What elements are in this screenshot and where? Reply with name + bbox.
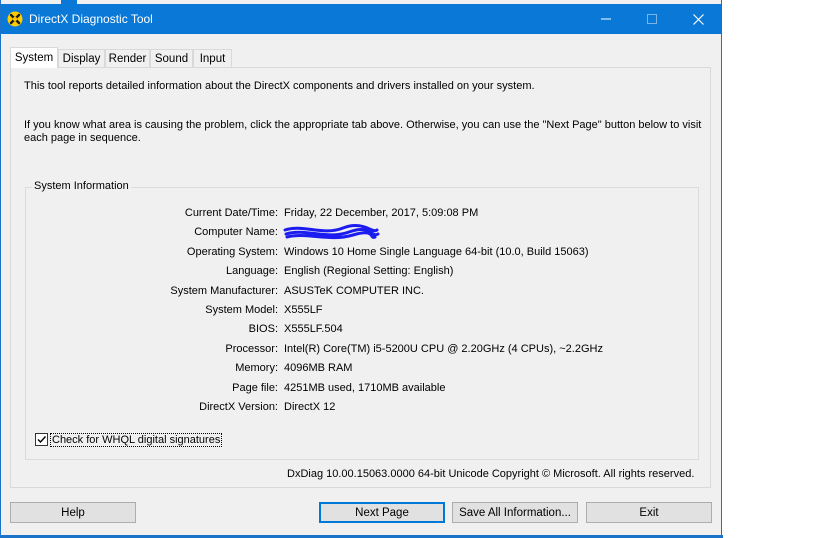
close-button[interactable] <box>675 4 721 34</box>
group-title: System Information <box>32 180 131 192</box>
info-label: Current Date/Time: <box>184 207 278 219</box>
whql-checkbox[interactable] <box>35 433 48 446</box>
next-page-button[interactable]: Next Page <box>319 502 445 523</box>
info-value: Windows 10 Home Single Language 64-bit (… <box>284 246 589 258</box>
info-row-page-file: Page file: 4251MB used, 1710MB available <box>26 382 700 396</box>
system-tab-panel: This tool reports detailed information a… <box>10 67 711 488</box>
directx-app-icon <box>7 11 23 27</box>
title-bar[interactable]: DirectX Diagnostic Tool <box>1 4 721 34</box>
info-label: System Model: <box>205 304 278 316</box>
info-value: X555LF <box>284 304 323 316</box>
tab-input[interactable]: Input <box>193 49 232 67</box>
info-row-directx-version: DirectX Version: DirectX 12 <box>26 401 700 415</box>
exit-button[interactable]: Exit <box>586 502 712 523</box>
info-row-language: Language: English (Regional Setting: Eng… <box>26 265 700 279</box>
instructions-text: If you know what area is causing the pro… <box>24 119 702 144</box>
redaction-scribble <box>283 224 380 240</box>
info-label: Memory: <box>235 362 278 374</box>
info-label: Page file: <box>232 382 278 394</box>
info-row-system-manufacturer: System Manufacturer: ASUSTeK COMPUTER IN… <box>26 285 700 299</box>
maximize-button[interactable] <box>629 4 675 34</box>
tab-display[interactable]: Display <box>58 49 105 67</box>
info-label: BIOS: <box>248 323 278 335</box>
close-icon <box>692 13 704 25</box>
version-copyright-text: DxDiag 10.00.15063.0000 64-bit Unicode C… <box>287 468 695 480</box>
info-value: 4096MB RAM <box>284 362 353 374</box>
system-information-group: System Information Current Date/Time: Fr… <box>25 180 700 460</box>
info-value: 4251MB used, 1710MB available <box>284 382 446 394</box>
info-row-bios: BIOS: X555LF.504 <box>26 323 700 337</box>
window-title: DirectX Diagnostic Tool <box>29 12 153 26</box>
info-label: DirectX Version: <box>199 401 278 413</box>
info-label: Language: <box>226 265 278 277</box>
intro-text: This tool reports detailed information a… <box>24 80 535 92</box>
whql-checkbox-label[interactable]: Check for WHQL digital signatures <box>50 433 223 447</box>
info-label: Computer Name: <box>194 226 278 238</box>
info-row-system-model: System Model: X555LF <box>26 304 700 318</box>
tab-system[interactable]: System <box>10 47 58 68</box>
info-label: Operating System: <box>186 246 278 258</box>
info-label: Processor: <box>225 343 278 355</box>
info-row-date-time: Current Date/Time: Friday, 22 December, … <box>26 207 700 221</box>
minimize-button[interactable] <box>583 4 629 34</box>
tab-render[interactable]: Render <box>105 49 150 67</box>
info-row-memory: Memory: 4096MB RAM <box>26 362 700 376</box>
help-button[interactable]: Help <box>10 502 136 523</box>
checkmark-icon <box>37 436 47 444</box>
info-value: Intel(R) Core(TM) i5-5200U CPU @ 2.20GHz… <box>284 343 603 355</box>
info-label: System Manufacturer: <box>170 285 278 297</box>
info-value: ASUSTeK COMPUTER INC. <box>284 285 424 297</box>
maximize-icon <box>647 14 657 24</box>
minimize-icon <box>601 18 611 20</box>
info-value: X555LF.504 <box>284 323 343 335</box>
save-all-information-button[interactable]: Save All Information... <box>452 502 578 523</box>
tab-sound[interactable]: Sound <box>150 49 193 67</box>
info-row-operating-system: Operating System: Windows 10 Home Single… <box>26 246 700 260</box>
info-value: Friday, 22 December, 2017, 5:09:08 PM <box>284 207 479 219</box>
info-row-computer-name: Computer Name: <box>26 224 700 240</box>
info-value: DirectX 12 <box>284 401 336 413</box>
info-row-processor: Processor: Intel(R) Core(TM) i5-5200U CP… <box>26 343 700 357</box>
info-value: English (Regional Setting: English) <box>284 265 454 277</box>
dxdiag-window: DirectX Diagnostic Tool System Display R… <box>0 0 723 538</box>
